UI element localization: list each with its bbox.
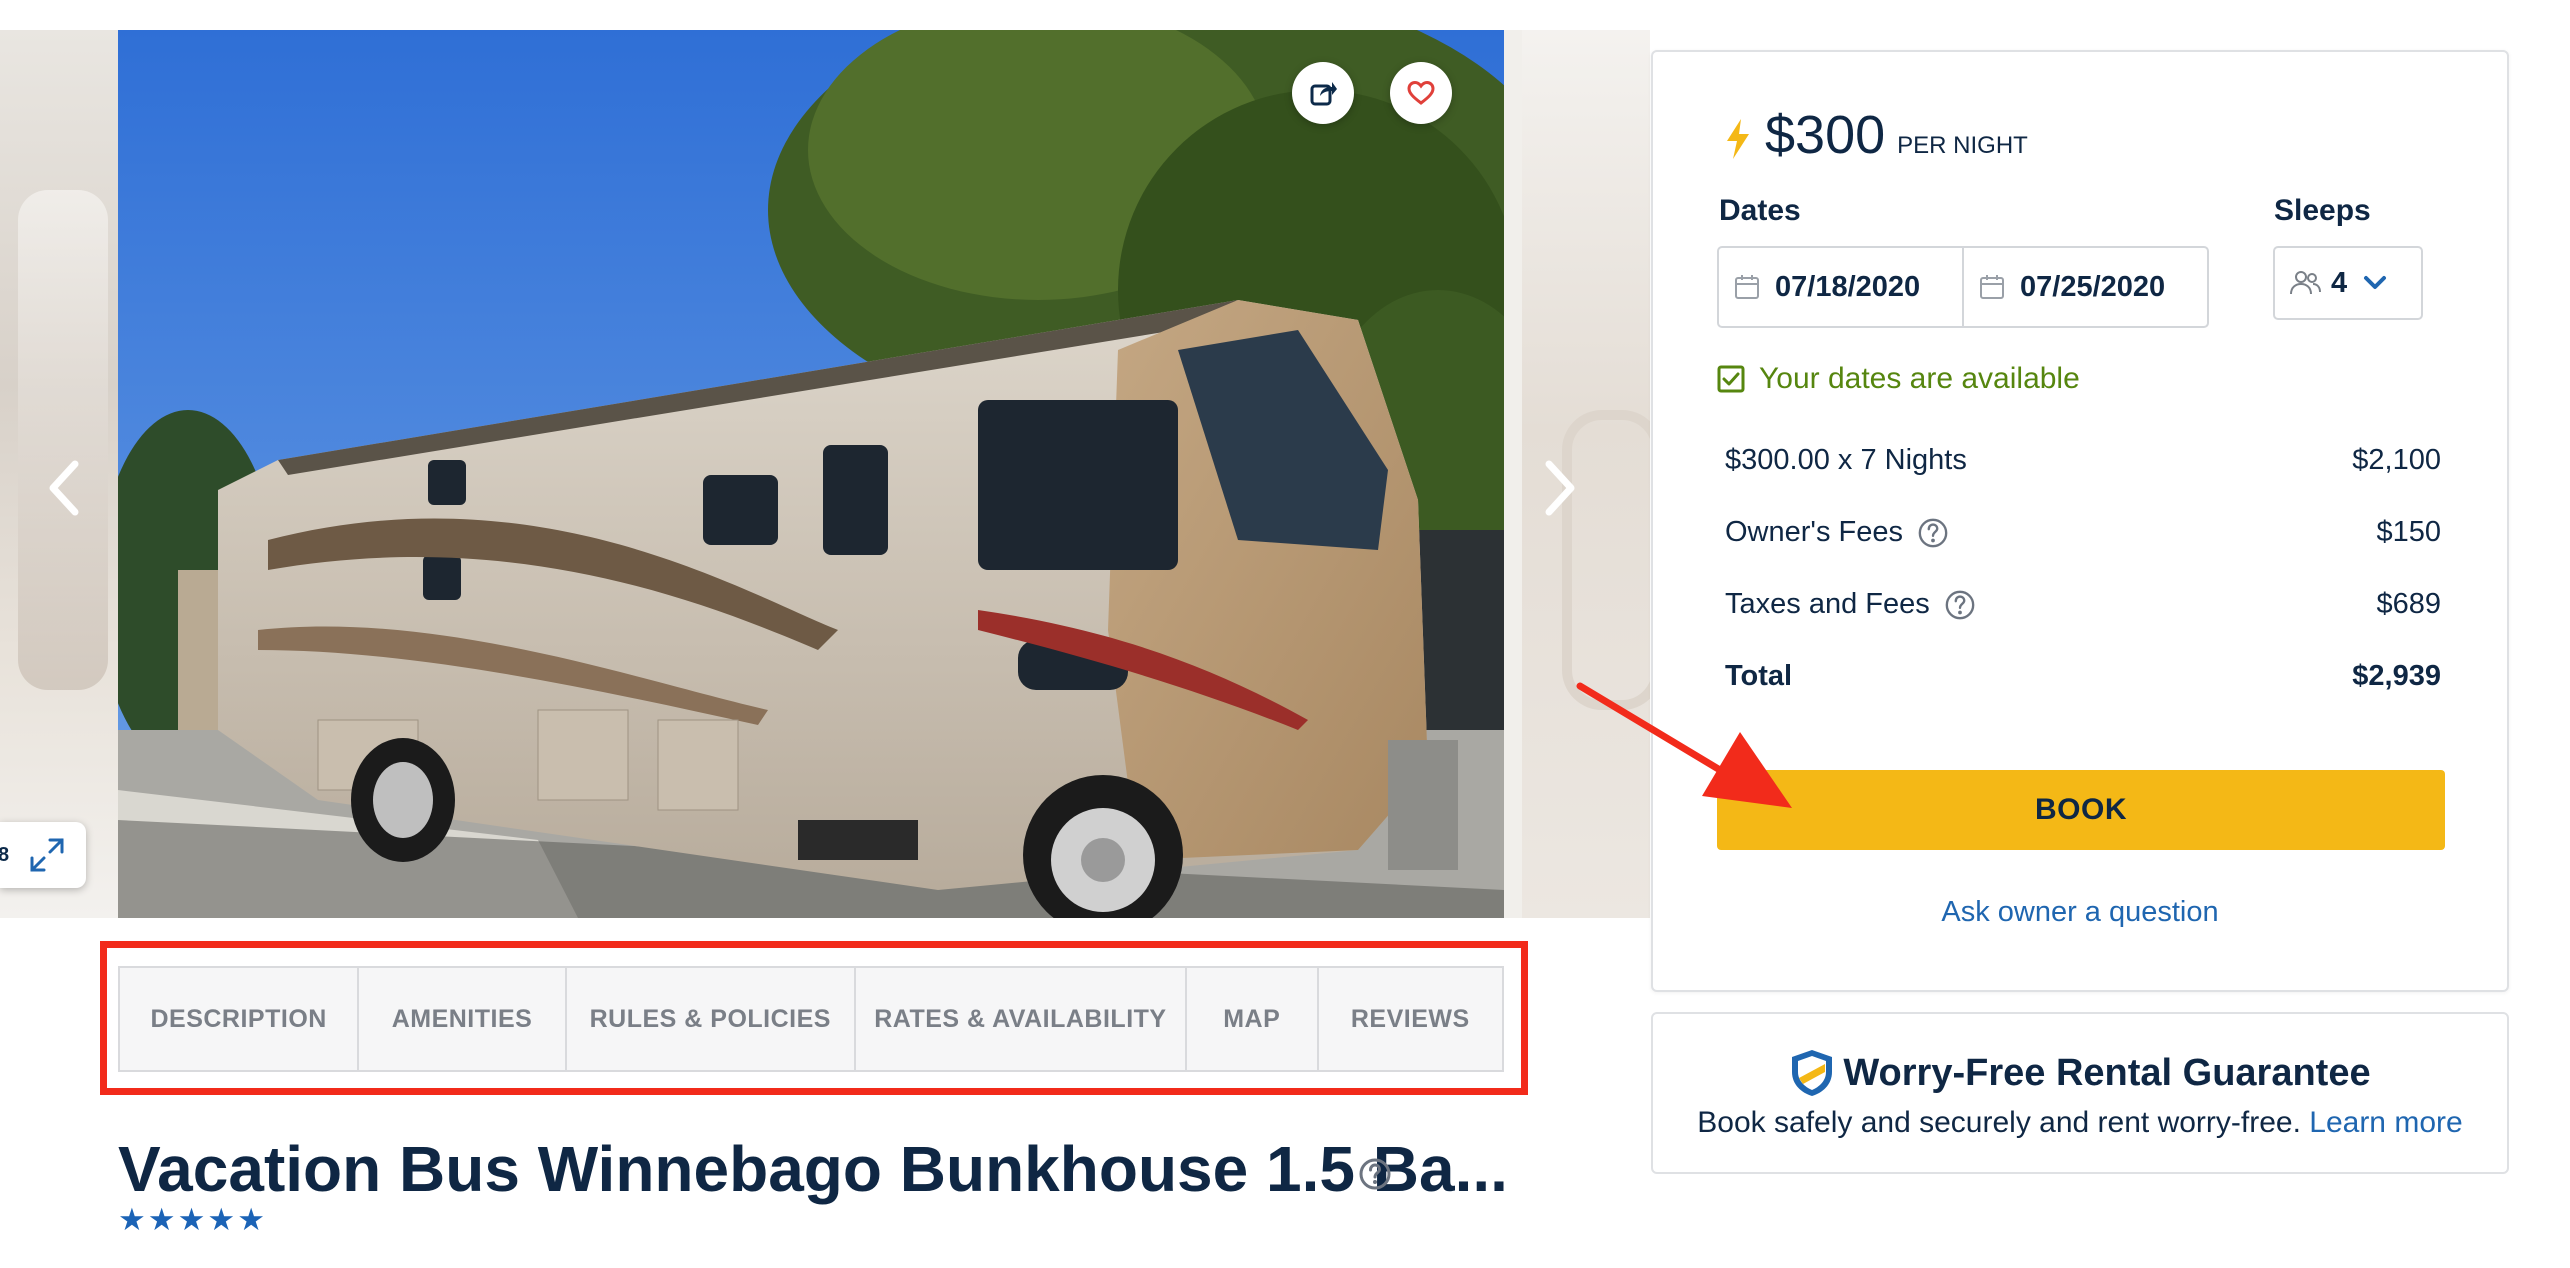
help-icon[interactable]: [1917, 517, 1949, 549]
line-item-taxes: Taxes and Fees $689: [1725, 588, 2441, 621]
sleeps-label: Sleeps: [2274, 194, 2371, 227]
check-in-date: 07/18/2020: [1775, 270, 1921, 303]
sleeps-dropdown[interactable]: 4: [2273, 246, 2423, 320]
guarantee-card: Worry-Free Rental Guarantee Book safely …: [1651, 1012, 2509, 1174]
line-item-amount: $2,100: [2352, 444, 2441, 476]
booking-card: $300 PER NIGHT Dates Sleeps 07/18/2020 0…: [1651, 50, 2509, 992]
help-icon[interactable]: [1944, 589, 1976, 621]
shield-icon: [1792, 1050, 1833, 1096]
total-row: Total $2,939: [1725, 660, 2441, 693]
title-help-button[interactable]: [1358, 1157, 1392, 1196]
star-icon: ★: [118, 1202, 146, 1237]
ask-owner-link[interactable]: Ask owner a question: [1653, 896, 2507, 929]
per-night-label: PER NIGHT: [1897, 132, 2028, 159]
availability-text: Your dates are available: [1759, 362, 2080, 395]
star-icon: ★: [147, 1202, 176, 1237]
check-out-date-field[interactable]: 07/25/2020: [1964, 248, 2207, 326]
calendar-icon: [1735, 275, 1759, 299]
photo-gallery: 8: [0, 30, 1650, 918]
tabs-annotation-box: [100, 941, 1528, 1095]
guarantee-text: Book safely and securely and rent worry-…: [1697, 1106, 2301, 1139]
learn-more-link[interactable]: Learn more: [2309, 1106, 2462, 1139]
line-item-label-wrap: Taxes and Fees: [1725, 588, 1976, 621]
photo-count-expand-button[interactable]: 8: [0, 822, 86, 888]
guarantee-title: Worry-Free Rental Guarantee: [1843, 1051, 2371, 1094]
expand-icon: [30, 838, 64, 872]
line-item-owner-fees: Owner's Fees $150: [1725, 516, 2441, 549]
line-item-nights: $300.00 x 7 Nights $2,100: [1725, 444, 2441, 477]
line-item-label: $300.00 x 7 Nights: [1725, 444, 1967, 476]
line-item-label: Owner's Fees: [1725, 516, 1903, 548]
price-row: $300 PER NIGHT: [1725, 104, 2028, 166]
next-photo-button[interactable]: [1530, 448, 1590, 528]
chevron-right-icon: [1545, 460, 1575, 516]
heart-icon: [1407, 80, 1435, 105]
check-out-date: 07/25/2020: [2020, 270, 2166, 303]
rv-photo-illustration: [118, 30, 1504, 918]
availability-status: Your dates are available: [1717, 362, 2080, 396]
lightning-bolt-icon: [1727, 119, 1749, 159]
nightly-price: $300: [1765, 105, 1886, 165]
line-item-amount: $150: [2376, 516, 2441, 548]
total-amount: $2,939: [2352, 660, 2441, 692]
share-icon: [1310, 82, 1337, 106]
line-item-amount: $689: [2376, 588, 2441, 620]
guarantee-title-row: Worry-Free Rental Guarantee: [1653, 1048, 2507, 1098]
photo-count: 8: [0, 843, 10, 866]
star-icon: ★: [237, 1202, 265, 1237]
dates-label: Dates: [1719, 194, 1801, 227]
listing-title: Vacation Bus Winnebago Bunkhouse 1.5 Ba.…: [118, 1133, 1508, 1205]
chevron-left-icon: [49, 460, 79, 516]
check-in-date-field[interactable]: 07/18/2020: [1719, 248, 1964, 326]
checkbox-checked-icon: [1717, 365, 1745, 393]
line-item-label: Taxes and Fees: [1725, 588, 1930, 620]
book-button[interactable]: BOOK: [1717, 770, 2445, 850]
date-range-picker: 07/18/2020 07/25/2020: [1717, 246, 2209, 328]
previous-photo-button[interactable]: [34, 448, 94, 528]
help-icon: [1359, 1158, 1391, 1190]
share-button[interactable]: [1292, 62, 1354, 124]
rv-photo[interactable]: [118, 30, 1504, 918]
calendar-icon: [1980, 275, 2004, 299]
guarantee-body: Book safely and securely and rent worry-…: [1653, 1106, 2507, 1140]
star-icon: ★: [207, 1202, 236, 1237]
star-icon: ★: [177, 1202, 206, 1237]
sleeps-value: 4: [2331, 266, 2348, 299]
chevron-down-icon: [2364, 276, 2387, 289]
rating-stars[interactable]: ★ ★ ★ ★ ★: [118, 1204, 265, 1235]
annotation-arrow-icon: [1576, 682, 1792, 808]
line-item-label-wrap: Owner's Fees: [1725, 516, 1949, 549]
favorite-button[interactable]: [1390, 62, 1452, 124]
people-icon: [2290, 271, 2321, 295]
